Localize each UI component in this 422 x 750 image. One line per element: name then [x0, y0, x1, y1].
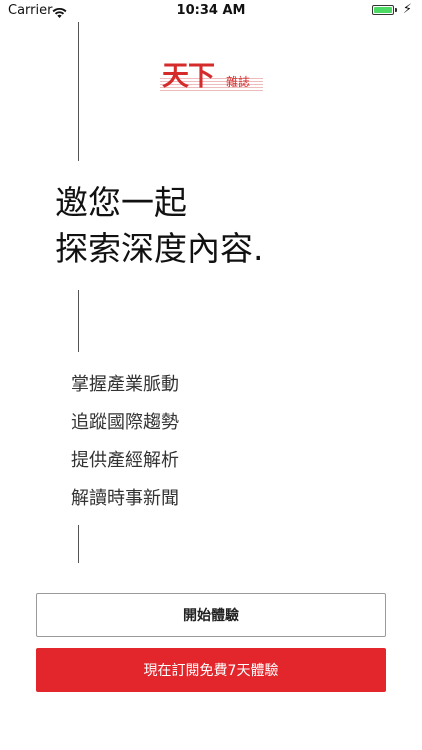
brand-logo: 天下 雜誌: [160, 60, 263, 94]
headline-line-1: 邀您一起: [55, 183, 187, 222]
battery-cap: [395, 8, 397, 12]
feature-item: 追蹤國際趨勢: [71, 412, 179, 433]
status-bar: Carrier 10:34 AM ⚡: [0, 0, 422, 22]
headline: 邀您一起 探索深度內容.: [55, 180, 264, 272]
headline-line-2: 探索深度內容.: [55, 229, 264, 268]
logo-sub-text: 雜誌: [226, 75, 251, 89]
start-trial-label: 開始體驗: [183, 608, 239, 624]
divider-line-middle: [78, 290, 79, 352]
feature-item: 掌握產業脈動: [71, 374, 179, 395]
feature-list: 掌握產業脈動 追蹤國際趨勢 提供產經解析 解讀時事新聞: [71, 366, 179, 518]
bolt-icon: ⚡: [402, 2, 412, 17]
divider-line-top: [78, 22, 79, 161]
start-trial-button[interactable]: 開始體驗: [36, 593, 386, 637]
battery-icon: [372, 5, 394, 15]
feature-item: 提供產經解析: [71, 450, 179, 471]
logo-main-text: 天下: [162, 61, 215, 92]
subscribe-button[interactable]: 現在訂閱免費7天體驗: [36, 648, 386, 692]
subscribe-label: 現在訂閱免費7天體驗: [143, 663, 279, 679]
battery-level: [374, 7, 392, 13]
divider-line-bottom: [78, 525, 79, 563]
clock: 10:34 AM: [176, 3, 246, 18]
feature-item: 解讀時事新聞: [71, 488, 179, 509]
